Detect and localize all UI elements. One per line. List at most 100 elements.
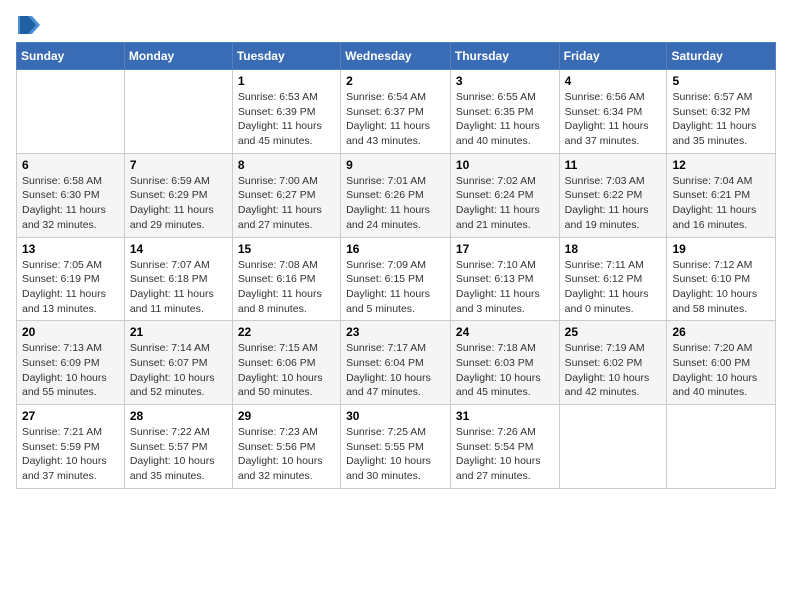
day-info: Sunrise: 7:05 AM Sunset: 6:19 PM Dayligh… xyxy=(22,258,119,317)
calendar-cell: 17 Sunrise: 7:10 AM Sunset: 6:13 PM Dayli… xyxy=(450,237,559,321)
day-number: 27 xyxy=(22,409,119,423)
day-info: Sunrise: 6:54 AM Sunset: 6:37 PM Dayligh… xyxy=(346,90,445,149)
day-info: Sunrise: 7:08 AM Sunset: 6:16 PM Dayligh… xyxy=(238,258,335,317)
day-number: 24 xyxy=(456,325,554,339)
calendar-cell: 5 Sunrise: 6:57 AM Sunset: 6:32 PM Daylig… xyxy=(667,70,776,154)
day-number: 11 xyxy=(565,158,662,172)
calendar-cell: 7 Sunrise: 6:59 AM Sunset: 6:29 PM Daylig… xyxy=(124,153,232,237)
day-number: 14 xyxy=(130,242,227,256)
calendar-week-1: 1 Sunrise: 6:53 AM Sunset: 6:39 PM Daylig… xyxy=(17,70,776,154)
day-header-saturday: Saturday xyxy=(667,43,776,70)
day-number: 4 xyxy=(565,74,662,88)
calendar-cell: 27 Sunrise: 7:21 AM Sunset: 5:59 PM Dayli… xyxy=(17,405,125,489)
calendar-cell xyxy=(17,70,125,154)
calendar-cell: 24 Sunrise: 7:18 AM Sunset: 6:03 PM Dayli… xyxy=(450,321,559,405)
day-number: 16 xyxy=(346,242,445,256)
day-info: Sunrise: 7:18 AM Sunset: 6:03 PM Dayligh… xyxy=(456,341,554,400)
day-info: Sunrise: 7:10 AM Sunset: 6:13 PM Dayligh… xyxy=(456,258,554,317)
day-info: Sunrise: 6:53 AM Sunset: 6:39 PM Dayligh… xyxy=(238,90,335,149)
day-number: 3 xyxy=(456,74,554,88)
calendar-cell: 16 Sunrise: 7:09 AM Sunset: 6:15 PM Dayli… xyxy=(341,237,451,321)
day-number: 12 xyxy=(672,158,770,172)
day-number: 17 xyxy=(456,242,554,256)
day-header-tuesday: Tuesday xyxy=(232,43,340,70)
day-info: Sunrise: 6:59 AM Sunset: 6:29 PM Dayligh… xyxy=(130,174,227,233)
day-info: Sunrise: 7:01 AM Sunset: 6:26 PM Dayligh… xyxy=(346,174,445,233)
calendar-cell: 1 Sunrise: 6:53 AM Sunset: 6:39 PM Daylig… xyxy=(232,70,340,154)
day-header-monday: Monday xyxy=(124,43,232,70)
calendar-week-3: 13 Sunrise: 7:05 AM Sunset: 6:19 PM Dayli… xyxy=(17,237,776,321)
day-info: Sunrise: 7:26 AM Sunset: 5:54 PM Dayligh… xyxy=(456,425,554,484)
day-number: 29 xyxy=(238,409,335,423)
calendar-cell: 12Sunrise: 7:04 AM Sunset: 6:21 PM Dayli… xyxy=(667,153,776,237)
logo xyxy=(16,16,40,34)
day-number: 1 xyxy=(238,74,335,88)
day-number: 15 xyxy=(238,242,335,256)
day-number: 22 xyxy=(238,325,335,339)
calendar-week-4: 20Sunrise: 7:13 AM Sunset: 6:09 PM Dayli… xyxy=(17,321,776,405)
calendar-cell xyxy=(559,405,667,489)
calendar-cell: 22 Sunrise: 7:15 AM Sunset: 6:06 PM Dayli… xyxy=(232,321,340,405)
calendar-week-2: 6 Sunrise: 6:58 AM Sunset: 6:30 PM Daylig… xyxy=(17,153,776,237)
day-info: Sunrise: 6:55 AM Sunset: 6:35 PM Dayligh… xyxy=(456,90,554,149)
calendar-cell: 29 Sunrise: 7:23 AM Sunset: 5:56 PM Dayli… xyxy=(232,405,340,489)
calendar-cell: 13 Sunrise: 7:05 AM Sunset: 6:19 PM Dayli… xyxy=(17,237,125,321)
day-number: 23 xyxy=(346,325,445,339)
calendar-cell xyxy=(124,70,232,154)
day-header-friday: Friday xyxy=(559,43,667,70)
day-number: 26 xyxy=(672,325,770,339)
calendar-cell: 21Sunrise: 7:14 AM Sunset: 6:07 PM Dayli… xyxy=(124,321,232,405)
page-header xyxy=(16,16,776,34)
day-number: 18 xyxy=(565,242,662,256)
day-info: Sunrise: 6:56 AM Sunset: 6:34 PM Dayligh… xyxy=(565,90,662,149)
day-number: 20 xyxy=(22,325,119,339)
day-number: 9 xyxy=(346,158,445,172)
calendar-cell: 11 Sunrise: 7:03 AM Sunset: 6:22 PM Dayli… xyxy=(559,153,667,237)
calendar-cell: 3 Sunrise: 6:55 AM Sunset: 6:35 PM Daylig… xyxy=(450,70,559,154)
calendar-cell: 25Sunrise: 7:19 AM Sunset: 6:02 PM Dayli… xyxy=(559,321,667,405)
day-info: Sunrise: 7:14 AM Sunset: 6:07 PM Dayligh… xyxy=(130,341,227,400)
calendar-week-5: 27 Sunrise: 7:21 AM Sunset: 5:59 PM Dayli… xyxy=(17,405,776,489)
day-number: 7 xyxy=(130,158,227,172)
day-header-thursday: Thursday xyxy=(450,43,559,70)
calendar-cell: 26Sunrise: 7:20 AM Sunset: 6:00 PM Dayli… xyxy=(667,321,776,405)
calendar-cell xyxy=(667,405,776,489)
calendar-cell: 31Sunrise: 7:26 AM Sunset: 5:54 PM Dayli… xyxy=(450,405,559,489)
day-number: 2 xyxy=(346,74,445,88)
day-number: 6 xyxy=(22,158,119,172)
calendar-cell: 30Sunrise: 7:25 AM Sunset: 5:55 PM Dayli… xyxy=(341,405,451,489)
calendar-cell: 18 Sunrise: 7:11 AM Sunset: 6:12 PM Dayli… xyxy=(559,237,667,321)
day-info: Sunrise: 7:22 AM Sunset: 5:57 PM Dayligh… xyxy=(130,425,227,484)
calendar-cell: 9 Sunrise: 7:01 AM Sunset: 6:26 PM Daylig… xyxy=(341,153,451,237)
calendar-cell: 4 Sunrise: 6:56 AM Sunset: 6:34 PM Daylig… xyxy=(559,70,667,154)
day-info: Sunrise: 6:58 AM Sunset: 6:30 PM Dayligh… xyxy=(22,174,119,233)
day-info: Sunrise: 7:17 AM Sunset: 6:04 PM Dayligh… xyxy=(346,341,445,400)
day-info: Sunrise: 7:03 AM Sunset: 6:22 PM Dayligh… xyxy=(565,174,662,233)
day-info: Sunrise: 7:02 AM Sunset: 6:24 PM Dayligh… xyxy=(456,174,554,233)
day-number: 13 xyxy=(22,242,119,256)
day-info: Sunrise: 7:11 AM Sunset: 6:12 PM Dayligh… xyxy=(565,258,662,317)
day-info: Sunrise: 6:57 AM Sunset: 6:32 PM Dayligh… xyxy=(672,90,770,149)
day-info: Sunrise: 7:21 AM Sunset: 5:59 PM Dayligh… xyxy=(22,425,119,484)
day-number: 30 xyxy=(346,409,445,423)
calendar-cell: 23 Sunrise: 7:17 AM Sunset: 6:04 PM Dayli… xyxy=(341,321,451,405)
calendar-cell: 20Sunrise: 7:13 AM Sunset: 6:09 PM Dayli… xyxy=(17,321,125,405)
calendar-table: SundayMondayTuesdayWednesdayThursdayFrid… xyxy=(16,42,776,489)
day-info: Sunrise: 7:15 AM Sunset: 6:06 PM Dayligh… xyxy=(238,341,335,400)
day-number: 25 xyxy=(565,325,662,339)
calendar-cell: 19Sunrise: 7:12 AM Sunset: 6:10 PM Dayli… xyxy=(667,237,776,321)
day-info: Sunrise: 7:00 AM Sunset: 6:27 PM Dayligh… xyxy=(238,174,335,233)
day-info: Sunrise: 7:09 AM Sunset: 6:15 PM Dayligh… xyxy=(346,258,445,317)
day-info: Sunrise: 7:23 AM Sunset: 5:56 PM Dayligh… xyxy=(238,425,335,484)
calendar-cell: 28 Sunrise: 7:22 AM Sunset: 5:57 PM Dayli… xyxy=(124,405,232,489)
day-number: 10 xyxy=(456,158,554,172)
calendar-cell: 14 Sunrise: 7:07 AM Sunset: 6:18 PM Dayli… xyxy=(124,237,232,321)
calendar-cell: 6 Sunrise: 6:58 AM Sunset: 6:30 PM Daylig… xyxy=(17,153,125,237)
day-number: 19 xyxy=(672,242,770,256)
day-number: 5 xyxy=(672,74,770,88)
day-info: Sunrise: 7:07 AM Sunset: 6:18 PM Dayligh… xyxy=(130,258,227,317)
day-number: 8 xyxy=(238,158,335,172)
calendar-cell: 15 Sunrise: 7:08 AM Sunset: 6:16 PM Dayli… xyxy=(232,237,340,321)
day-number: 28 xyxy=(130,409,227,423)
calendar-cell: 10 Sunrise: 7:02 AM Sunset: 6:24 PM Dayli… xyxy=(450,153,559,237)
